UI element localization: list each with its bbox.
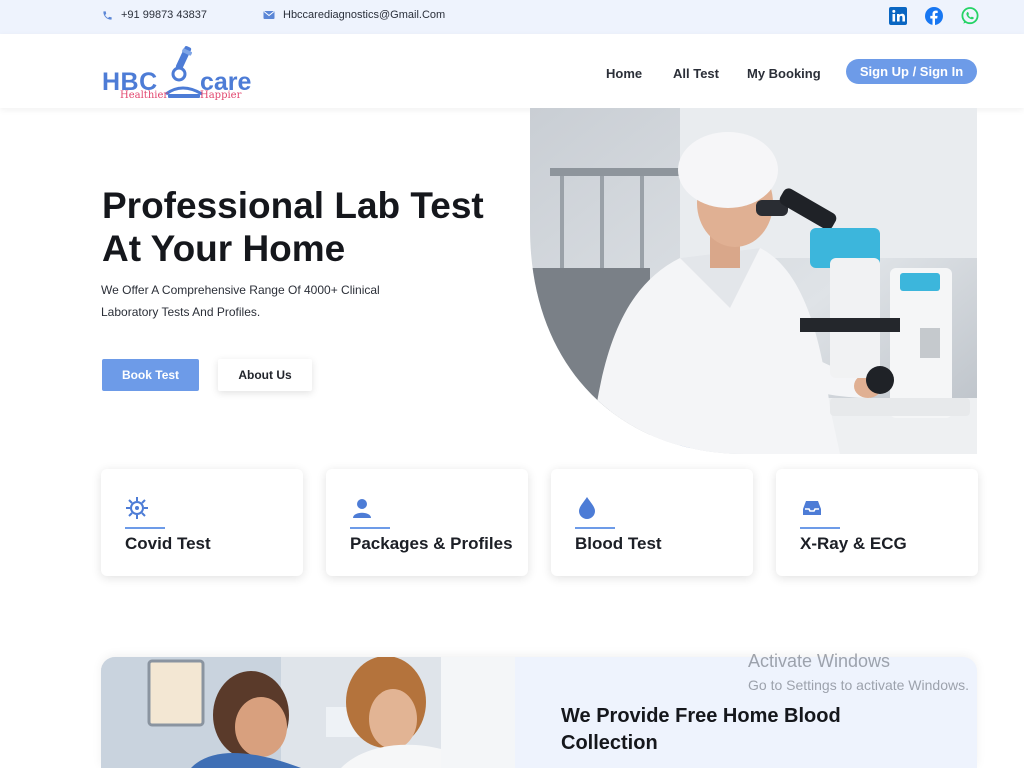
nav-home[interactable]: Home (606, 66, 642, 81)
book-test-button[interactable]: Book Test (102, 359, 199, 391)
service-card-blood-test[interactable]: Blood Test (551, 469, 753, 576)
phone-contact[interactable]: +91 99873 43837 (102, 9, 207, 21)
service-card-packages-profiles[interactable]: Packages & Profiles (326, 469, 528, 576)
mail-icon (263, 11, 275, 19)
hbc-care-logo[interactable]: HBC care Healthier Happier (102, 44, 264, 101)
phone-icon (103, 10, 112, 20)
logo-tagline-happier: Happier (200, 90, 242, 101)
hero-subtitle: We Offer A Comprehensive Range Of 4000+ … (101, 279, 401, 323)
tray-icon (803, 501, 821, 515)
facebook-icon[interactable] (924, 6, 944, 26)
sign-up-sign-in-button[interactable]: Sign Up / Sign In (846, 59, 977, 84)
blood-drop-icon (579, 497, 595, 519)
hero-subtitle-line-1: We Offer A Comprehensive Range Of 4000+ … (101, 283, 380, 297)
service-card-covid-test[interactable]: Covid Test (101, 469, 303, 576)
about-us-button[interactable]: About Us (218, 359, 312, 391)
home-collection-title-line-1: We Provide Free Home Blood (561, 705, 841, 727)
site-header: HBC care Healthier Happier Home All Test… (0, 34, 1024, 108)
activate-windows-title: Activate Windows (748, 651, 891, 671)
whatsapp-icon[interactable] (960, 6, 980, 26)
home-collection-title: We Provide Free Home Blood Collection (561, 703, 881, 757)
hero-title: Professional Lab Test At Your Home (102, 184, 484, 270)
activate-windows-message: Go to Settings to activate Windows. (748, 677, 969, 693)
hero-title-line-1: Professional Lab Test (102, 185, 484, 226)
user-icon (353, 499, 371, 518)
virus-icon (126, 497, 148, 519)
logo-tagline-healthier: Healthier (120, 90, 169, 101)
top-contact-bar: +91 99873 43837 Hbccarediagnostics@Gmail… (0, 0, 1024, 34)
service-label-blood-test: Blood Test (575, 534, 662, 553)
service-card-xray-ecg[interactable]: X-Ray & ECG (776, 469, 978, 576)
home-blood-collection-image (101, 657, 515, 768)
card-underline (350, 527, 390, 529)
home-collection-title-line-2: Collection (561, 732, 658, 754)
service-label-packages-profiles: Packages & Profiles (350, 534, 513, 553)
service-label-covid-test: Covid Test (125, 534, 211, 553)
nav-my-booking[interactable]: My Booking (747, 66, 821, 81)
card-underline (575, 527, 615, 529)
lab-technician-microscope-image (530, 108, 977, 454)
service-label-xray-ecg: X-Ray & ECG (800, 534, 907, 553)
email-address: Hbccarediagnostics@Gmail.Com (283, 9, 446, 21)
hero-title-line-2: At Your Home (102, 228, 346, 269)
hero-subtitle-line-2: Laboratory Tests And Profiles. (101, 305, 261, 319)
phone-number: +91 99873 43837 (121, 9, 207, 21)
card-underline (125, 527, 165, 529)
card-underline (800, 527, 840, 529)
email-contact[interactable]: Hbccarediagnostics@Gmail.Com (263, 9, 445, 21)
nav-all-test[interactable]: All Test (673, 66, 719, 81)
linkedin-icon[interactable] (888, 6, 908, 26)
